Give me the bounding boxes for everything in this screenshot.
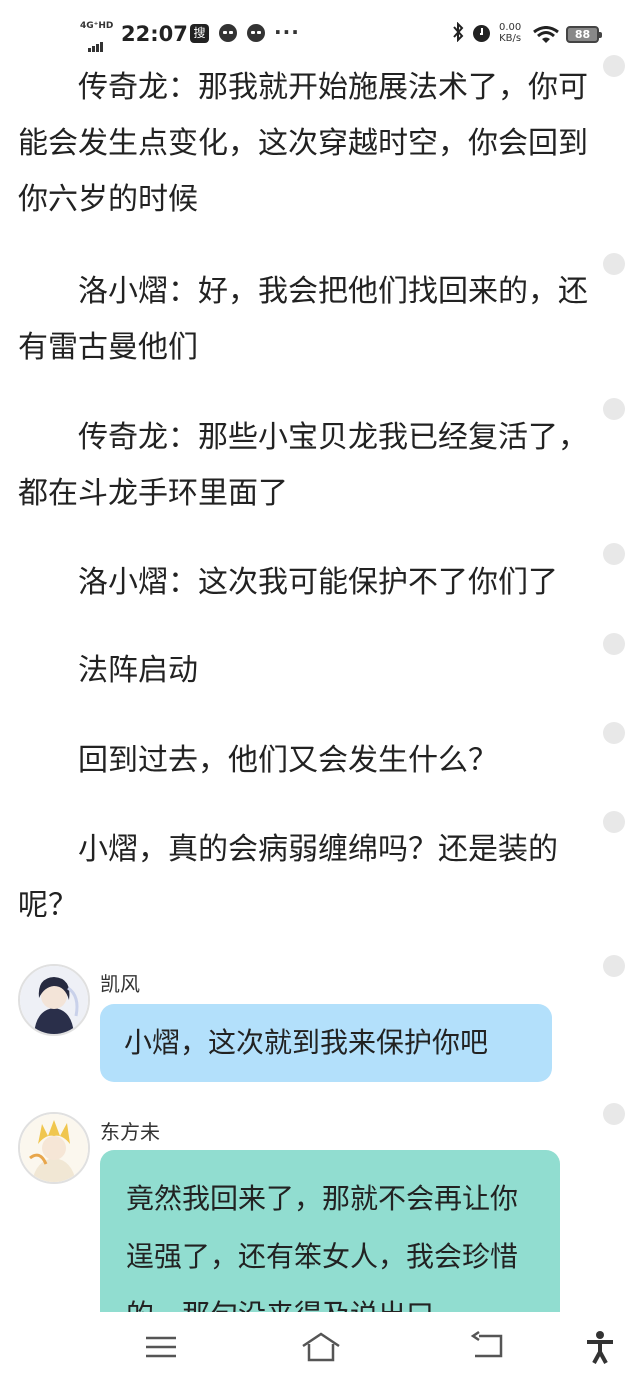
story-paragraph: 小熠，真的会病弱缠绵吗？还是装的呢？ — [18, 832, 558, 923]
comment-dot[interactable] — [603, 253, 625, 275]
more-notifications-icon: ··· — [274, 20, 300, 44]
wifi-icon — [533, 26, 559, 48]
comment-dot[interactable] — [603, 398, 625, 420]
face-app-icon — [247, 24, 265, 42]
comment-dot[interactable] — [603, 811, 625, 833]
speaker-name: 凯风 — [100, 972, 140, 996]
story-paragraph: 传奇龙：那我就开始施展法术了，你可能会发生点变化，这次穿越时空，你会回到你六岁的… — [18, 70, 588, 217]
comment-dot[interactable] — [603, 633, 625, 655]
chat-bubble: 小熠，这次就到我来保护你吧 — [100, 1004, 552, 1082]
menu-icon[interactable] — [144, 1330, 178, 1368]
net-speed-unit: KB/s — [499, 33, 522, 44]
comment-dot[interactable] — [603, 1103, 625, 1125]
back-icon[interactable] — [470, 1330, 506, 1368]
comment-dot[interactable] — [603, 543, 625, 565]
network-type: 4G⁺HD — [80, 21, 114, 31]
status-time: 22:07 — [121, 22, 188, 46]
story-paragraph: 洛小熠：好，我会把他们找回来的，还有雷古曼他们 — [18, 274, 588, 365]
story-paragraph: 洛小熠：这次我可能保护不了你们了 — [78, 565, 558, 600]
home-icon[interactable] — [300, 1330, 342, 1368]
accessibility-icon[interactable] — [585, 1330, 615, 1368]
comment-dot[interactable] — [603, 55, 625, 77]
avatar-kaifeng[interactable] — [18, 964, 90, 1036]
comment-dot[interactable] — [603, 722, 625, 744]
battery-icon: 88 — [566, 26, 602, 43]
net-speed-value: 0.00 — [499, 22, 522, 33]
face-app-icon — [219, 24, 237, 42]
speaker-name: 东方未 — [100, 1120, 160, 1144]
avatar-dongfangwei[interactable] — [18, 1112, 90, 1184]
chat-bubble: 竟然我回来了，那就不会再让你逞强了，还有笨女人，我会珍惜的，那句没来得及说出口 — [100, 1150, 560, 1312]
story-paragraph: 回到过去，他们又会发生什么？ — [78, 743, 498, 778]
alarm-icon — [473, 25, 490, 42]
comment-dot[interactable] — [603, 955, 625, 977]
signal-icon — [88, 33, 104, 52]
story-paragraph: 法阵启动 — [78, 653, 198, 688]
search-app-icon: 搜 — [190, 24, 209, 43]
net-speed: 0.00 KB/s — [499, 22, 521, 44]
bluetooth-icon — [452, 21, 464, 47]
navigation-bar — [0, 1312, 640, 1387]
story-paragraph: 传奇龙：那些小宝贝龙我已经复活了，都在斗龙手环里面了 — [18, 420, 588, 511]
